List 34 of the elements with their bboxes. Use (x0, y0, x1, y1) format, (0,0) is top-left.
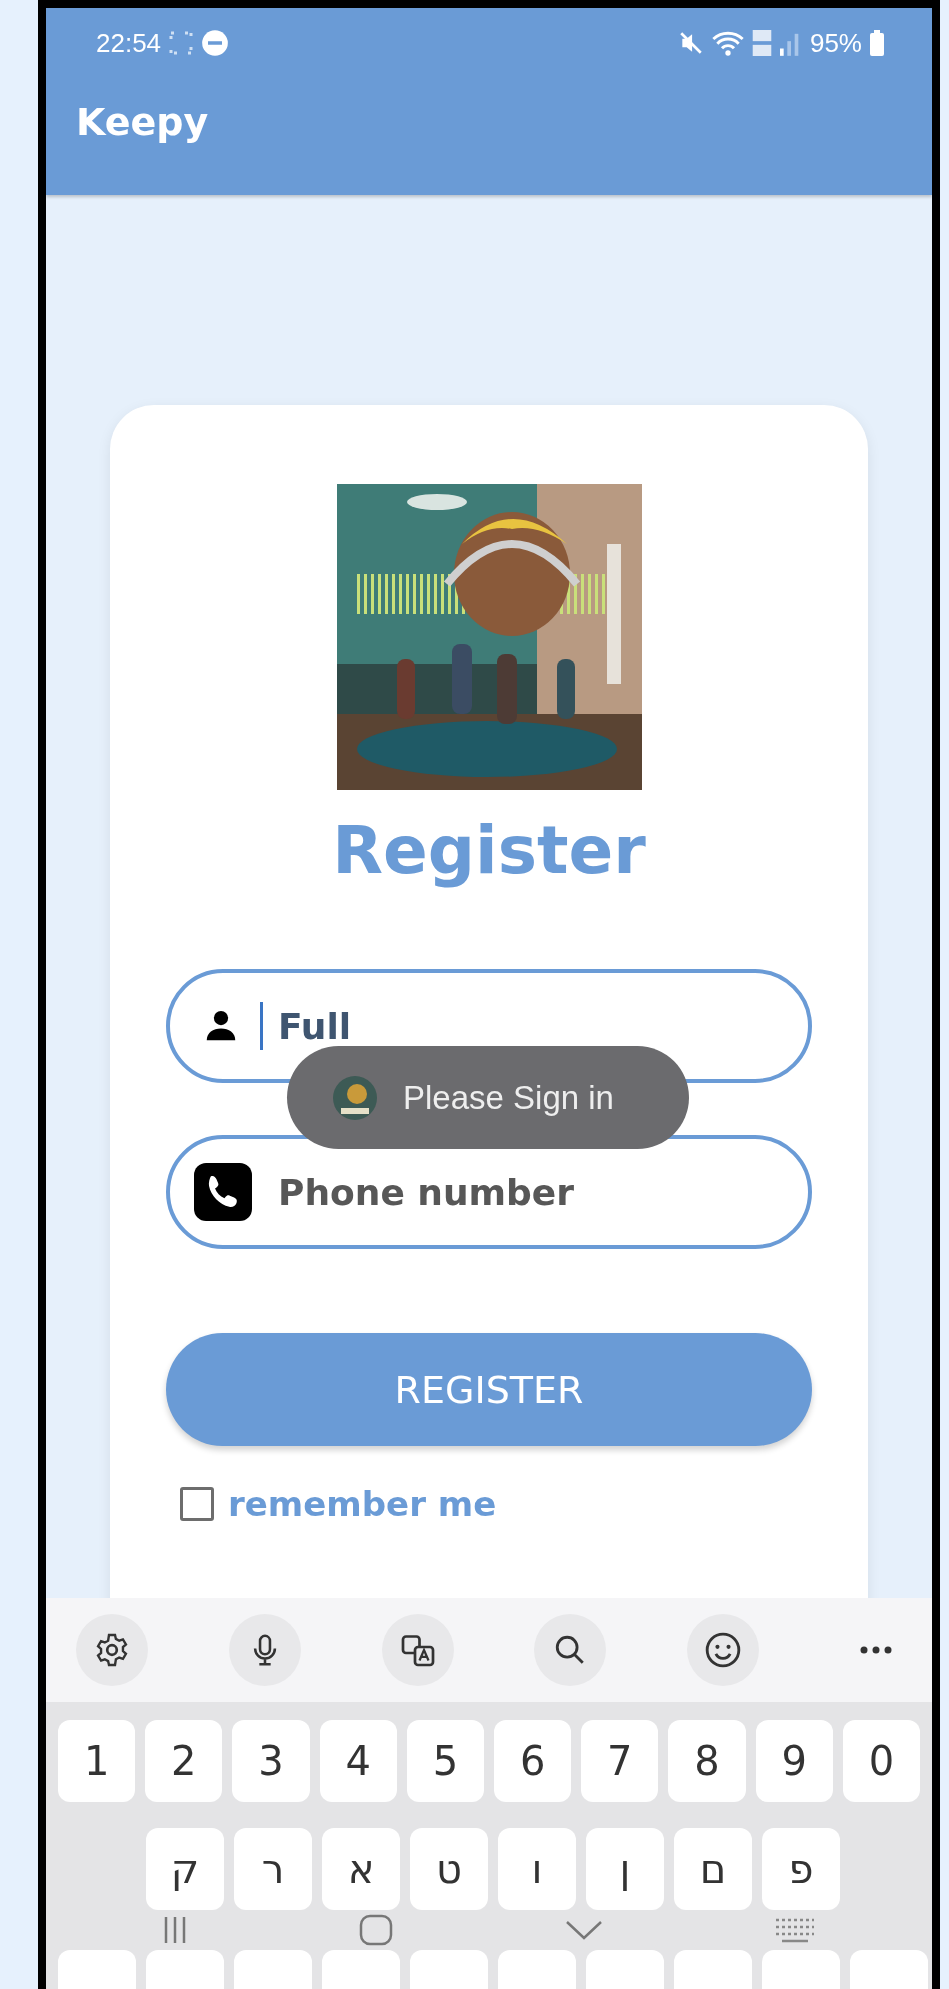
key[interactable]: 8 (668, 1720, 746, 1802)
key[interactable]: 7 (581, 1720, 659, 1802)
key[interactable]: פ (762, 1828, 840, 1910)
key[interactable]: 3 (232, 1720, 310, 1802)
app-logo-icon (331, 1073, 379, 1122)
key[interactable]: ם (674, 1828, 752, 1910)
remember-checkbox[interactable] (180, 1487, 214, 1521)
register-title: Register (332, 812, 646, 889)
key[interactable]: ו (498, 1828, 576, 1910)
volte-icon (751, 30, 772, 56)
wifi-icon (711, 29, 744, 57)
key[interactable]: 5 (406, 1720, 484, 1802)
battery-percent: 95% (809, 27, 862, 59)
status-time: 22:54 (96, 27, 162, 59)
key[interactable]: ן (586, 1828, 664, 1910)
app-title: Keepy (75, 99, 210, 144)
phone-icon (194, 1163, 252, 1221)
key[interactable]: ט (410, 1828, 488, 1910)
key[interactable]: ר (234, 1828, 312, 1910)
do-not-disturb-icon (201, 29, 230, 57)
keyboard-icon (774, 1916, 817, 1944)
key[interactable]: 9 (755, 1720, 833, 1802)
key[interactable]: 1 (58, 1720, 136, 1802)
remember-label: remember me (228, 1484, 497, 1524)
home-icon (359, 1914, 394, 1946)
screenshot-icon (169, 31, 194, 55)
battery-icon (870, 30, 884, 56)
key[interactable]: א (322, 1828, 400, 1910)
key[interactable]: ק (146, 1828, 224, 1910)
key[interactable]: 4 (319, 1720, 397, 1802)
key[interactable]: 6 (494, 1720, 572, 1802)
key[interactable]: 2 (145, 1720, 223, 1802)
key[interactable]: 0 (842, 1720, 921, 1802)
hide-keyboard-icon (564, 1920, 603, 1940)
